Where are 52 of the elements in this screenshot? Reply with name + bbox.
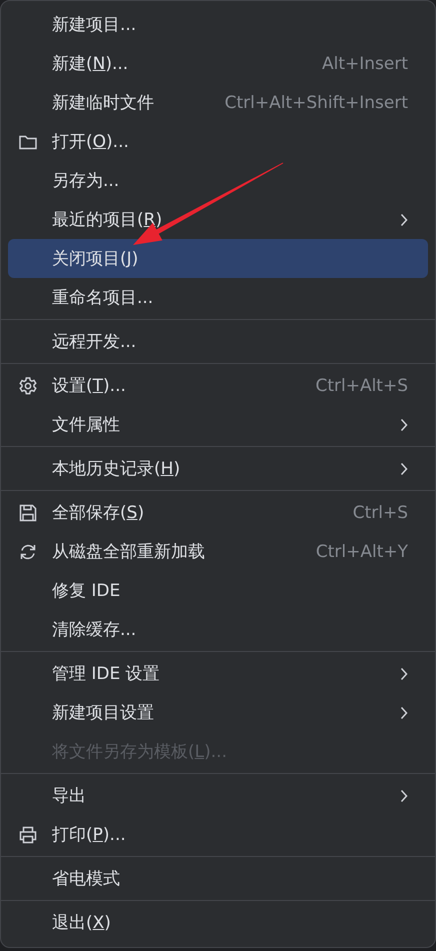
- item-label: 省电模式: [52, 868, 120, 890]
- menu-item[interactable]: 新建临时文件 Ctrl+Alt+Shift+Insert: [8, 83, 428, 122]
- menu-item[interactable]: 新建项目设置: [8, 693, 428, 732]
- shortcut-label: Alt+Insert: [322, 54, 408, 74]
- menu-item[interactable]: 导出: [8, 776, 428, 815]
- item-label: 全部保存(S): [52, 502, 144, 524]
- item-label: 本地历史记录(H): [52, 458, 180, 480]
- item-label: 管理 IDE 设置: [52, 663, 160, 685]
- menu-item[interactable]: 退出(X): [8, 903, 428, 942]
- save-icon: [18, 502, 38, 522]
- menu-item[interactable]: 新建项目...: [8, 5, 428, 44]
- menu-item[interactable]: 管理 IDE 设置: [8, 654, 428, 693]
- item-label: 从磁盘全部重新加载: [52, 541, 205, 563]
- item-label: 远程开发...: [52, 331, 136, 353]
- menu-item[interactable]: 清除缓存...: [8, 610, 428, 649]
- item-label: 重命名项目...: [52, 287, 154, 309]
- menu-item[interactable]: 本地历史记录(H): [8, 449, 428, 488]
- printer-icon: [18, 824, 38, 844]
- item-label: 导出: [52, 785, 86, 807]
- shortcut-label: Ctrl+Alt+Shift+Insert: [224, 92, 408, 112]
- menu-item[interactable]: 打印(P)...: [8, 815, 428, 854]
- menu-item[interactable]: 关闭项目(J): [8, 239, 428, 278]
- item-label: 新建项目设置: [52, 702, 154, 724]
- menu-item[interactable]: 另存为...: [8, 161, 428, 200]
- menu-item[interactable]: 最近的项目(R): [8, 200, 428, 239]
- menu-item[interactable]: 设置(T)... Ctrl+Alt+S: [8, 366, 428, 405]
- menu-item[interactable]: 从磁盘全部重新加载 Ctrl+Alt+Y: [8, 532, 428, 571]
- item-label: 另存为...: [52, 170, 120, 192]
- item-label: 修复 IDE: [52, 580, 120, 602]
- item-label: 设置(T)...: [52, 375, 126, 397]
- shortcut-label: Ctrl+Alt+S: [315, 376, 408, 396]
- shortcut-label: Ctrl+S: [352, 502, 408, 522]
- item-label: 打印(P)...: [52, 824, 126, 846]
- menu-item[interactable]: 文件属性: [8, 405, 428, 444]
- item-label: 新建(N)...: [52, 53, 128, 75]
- menu-item[interactable]: 省电模式: [8, 859, 428, 898]
- menu-item[interactable]: 重命名项目...: [8, 278, 428, 317]
- settings-icon: [18, 376, 38, 396]
- menu-item[interactable]: 远程开发...: [8, 322, 428, 361]
- menu-item[interactable]: 修复 IDE: [8, 571, 428, 610]
- item-label: 新建项目...: [52, 14, 136, 36]
- item-label: 清除缓存...: [52, 619, 136, 641]
- item-label: 最近的项目(R): [52, 209, 162, 231]
- item-label: 关闭项目(J): [52, 248, 138, 270]
- menu-item[interactable]: 新建(N)... Alt+Insert: [8, 44, 428, 83]
- shortcut-label: Ctrl+Alt+Y: [316, 542, 408, 562]
- menu-item[interactable]: 打开(O)...: [8, 122, 428, 161]
- item-label: 退出(X): [52, 912, 111, 934]
- item-label: 文件属性: [52, 414, 120, 436]
- item-label: 打开(O)...: [52, 131, 129, 153]
- item-label: 新建临时文件: [52, 92, 154, 114]
- menu-item[interactable]: 全部保存(S) Ctrl+S: [8, 493, 428, 532]
